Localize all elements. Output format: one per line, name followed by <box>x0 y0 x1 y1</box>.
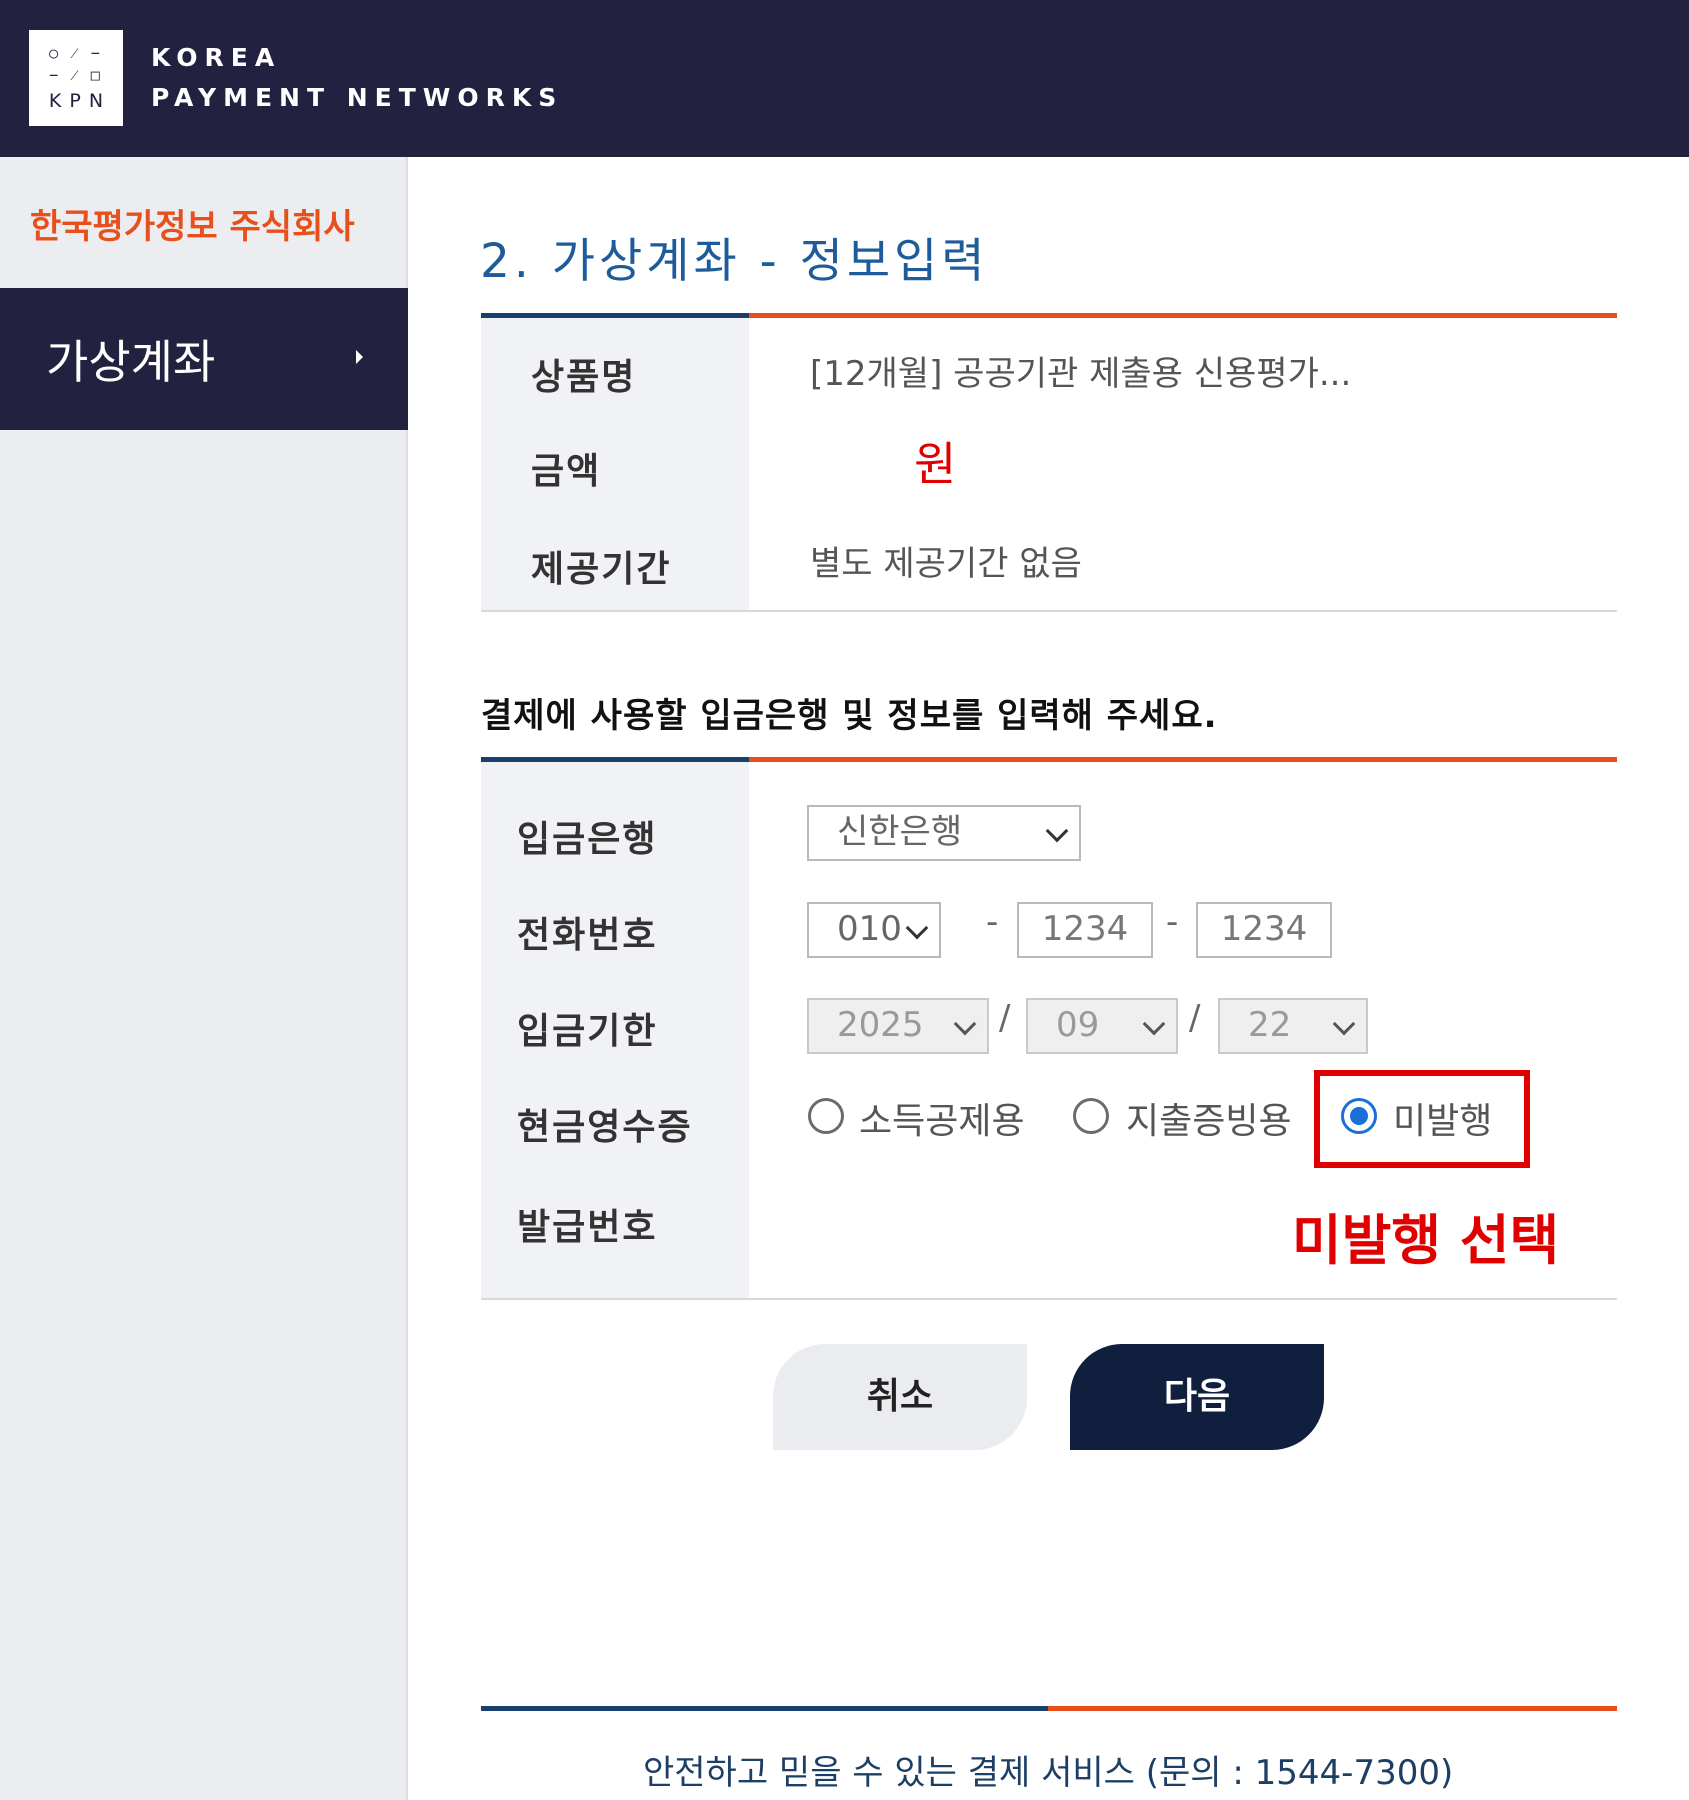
deadline-month-value: 09 <box>1056 1005 1100 1045</box>
phone-separator: - <box>986 902 999 942</box>
instruction-text: 결제에 사용할 입금은행 및 정보를 입력해 주세요. <box>481 696 1218 736</box>
bank-label: 입금은행 <box>517 819 658 860</box>
amount-label: 금액 <box>531 451 602 492</box>
chevron-down-icon <box>1142 1012 1166 1036</box>
chevron-down-icon <box>1332 1012 1356 1036</box>
deadline-month-select[interactable]: 09 <box>1026 998 1178 1054</box>
bank-select-value: 신한은행 <box>837 812 963 852</box>
highlight-annotation-box <box>1314 1070 1530 1168</box>
sidebar-item-label: 가상계좌 <box>46 335 216 389</box>
radio-expense-proof-label[interactable]: 지출증빙용 <box>1126 1092 1292 1144</box>
phone-prefix-value: 010 <box>837 909 902 949</box>
phone-prefix-select[interactable]: 010 <box>807 902 941 958</box>
radio-expense-proof[interactable] <box>1073 1098 1109 1134</box>
top-header: ○ ⁄ − − ⁄ □ KPN KOREA PAYMENT NETWORKS <box>0 0 1689 157</box>
bank-select[interactable]: 신한은행 <box>807 805 1081 861</box>
deadline-year-select[interactable]: 2025 <box>807 998 989 1054</box>
cancel-button[interactable]: 취소 <box>773 1344 1027 1450</box>
logo-text: KPN <box>48 90 112 112</box>
date-separator: / <box>1189 998 1201 1038</box>
deadline-year-value: 2025 <box>837 1005 924 1045</box>
merchant-name: 한국평가정보 주식회사 <box>30 207 355 247</box>
brand-name-line2: PAYMENT NETWORKS <box>151 83 564 112</box>
chevron-down-icon <box>905 916 929 940</box>
annotation-text: 미발행 선택 <box>1292 1209 1560 1272</box>
period-label: 제공기간 <box>531 549 672 590</box>
deadline-label: 입금기한 <box>517 1011 658 1052</box>
chevron-down-icon <box>953 1012 977 1036</box>
kpn-logo[interactable]: ○ ⁄ − − ⁄ □ KPN <box>29 30 123 126</box>
phone-middle-input[interactable]: 1234 <box>1017 902 1153 958</box>
brand-name-line1: KOREA <box>151 43 282 72</box>
footer-divider <box>481 1706 1617 1711</box>
issue-number-label: 발급번호 <box>517 1207 658 1248</box>
period-value: 별도 제공기간 없음 <box>810 544 1082 584</box>
sidebar-item-virtual-account[interactable]: 가상계좌 <box>0 288 408 430</box>
sidebar: 한국평가정보 주식회사 가상계좌 <box>0 157 408 1800</box>
next-button[interactable]: 다음 <box>1070 1344 1324 1450</box>
phone-separator: - <box>1166 902 1179 942</box>
footer-contact: 안전하고 믿을 수 있는 결제 서비스 (문의 : 1544-7300) <box>643 1753 1454 1793</box>
logo-mark-icon: ○ ⁄ − − ⁄ □ <box>49 44 103 84</box>
cash-receipt-label: 현금영수증 <box>517 1107 693 1148</box>
product-info-table: 상품명 [12개월] 공공기관 제출용 신용평가... 금액 원 제공기간 별도… <box>481 318 1617 612</box>
amount-value: 원 <box>914 437 957 491</box>
product-name-value: [12개월] 공공기관 제출용 신용평가... <box>810 354 1352 394</box>
chevron-down-icon <box>1045 819 1069 843</box>
radio-income-deduction-label[interactable]: 소득공제용 <box>859 1092 1025 1144</box>
radio-income-deduction[interactable] <box>808 1098 844 1134</box>
deadline-day-value: 22 <box>1248 1005 1292 1045</box>
phone-label: 전화번호 <box>517 915 658 956</box>
phone-last-input[interactable]: 1234 <box>1196 902 1332 958</box>
product-name-label: 상품명 <box>531 357 637 398</box>
date-separator: / <box>999 998 1011 1038</box>
chevron-right-icon <box>356 350 363 364</box>
deadline-day-select[interactable]: 22 <box>1218 998 1368 1054</box>
page-title: 2. 가상계좌 - 정보입력 <box>480 234 989 289</box>
